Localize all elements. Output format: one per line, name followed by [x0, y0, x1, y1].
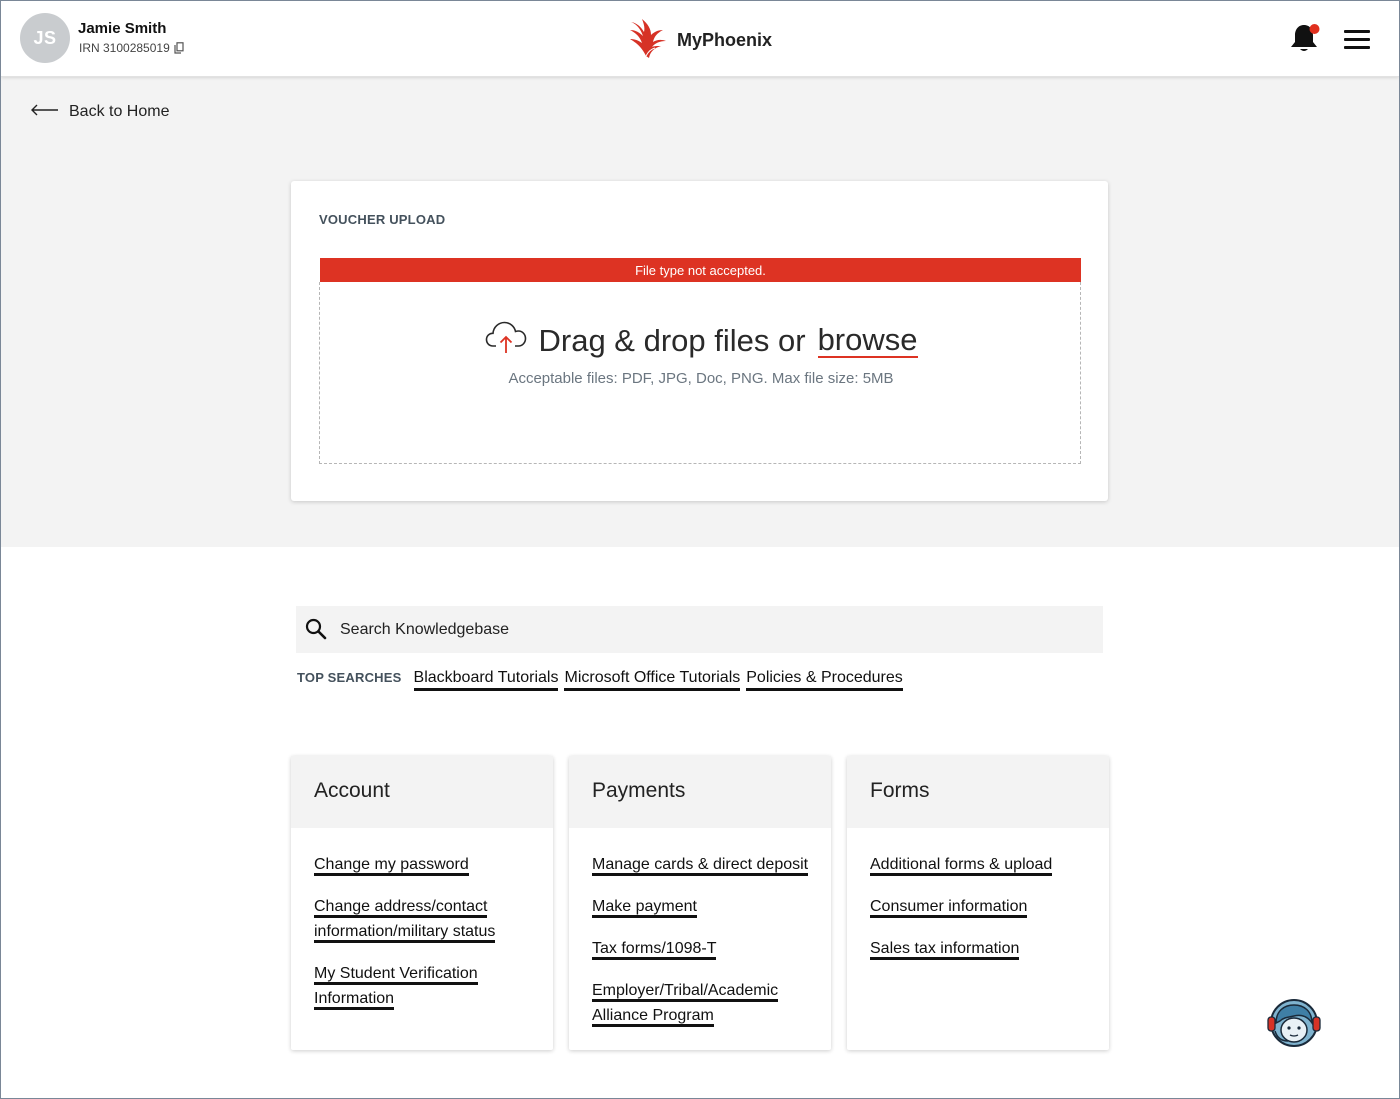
card-title: VOUCHER UPLOAD — [319, 212, 446, 227]
additional-forms-link[interactable]: Additional forms & upload — [870, 852, 1053, 877]
notification-dot — [1309, 24, 1320, 34]
change-password-link[interactable]: Change my password — [314, 852, 469, 877]
top-search-link[interactable]: Policies & Procedures — [746, 669, 903, 691]
drop-text: Drag & drop files or — [538, 323, 806, 358]
payments-card: Payments Manage cards & direct deposit M… — [569, 756, 831, 1050]
change-address-link[interactable]: Change address/contact information/milita… — [314, 894, 496, 944]
back-to-home-label: Back to Home — [69, 103, 170, 120]
employer-tribal-link[interactable]: Employer/Tribal/Academic Alliance Program — [592, 978, 779, 1028]
card-heading: Forms — [847, 756, 1109, 828]
phoenix-logo-icon — [627, 16, 669, 65]
cloud-upload-icon — [485, 320, 527, 362]
manage-cards-link[interactable]: Manage cards & direct deposit — [592, 852, 809, 877]
card-heading: Payments — [569, 756, 831, 828]
arrow-left-icon — [31, 103, 59, 121]
consumer-information-link[interactable]: Consumer information — [870, 894, 1028, 919]
student-verification-link[interactable]: My Student Verification Information — [314, 961, 478, 1011]
search-icon[interactable] — [304, 617, 328, 641]
voucher-upload-card: VOUCHER UPLOAD File type not accepted. D… — [291, 181, 1108, 501]
page-frame: JS Jamie Smith IRN 3100285019 MyPhoenix — [0, 0, 1400, 1099]
user-name: Jamie Smith — [78, 20, 167, 37]
sales-tax-link[interactable]: Sales tax information — [870, 936, 1020, 961]
error-banner: File type not accepted. — [320, 258, 1081, 282]
copy-icon[interactable] — [174, 42, 184, 54]
top-search-link[interactable]: Blackboard Tutorials — [413, 669, 559, 691]
back-to-home-link[interactable]: Back to Home — [31, 103, 169, 121]
forms-card: Forms Additional forms & upload Consumer… — [847, 756, 1109, 1050]
avatar[interactable]: JS — [20, 13, 70, 63]
top-searches: TOP SEARCHES Blackboard Tutorials Micros… — [297, 669, 903, 691]
top-header: JS Jamie Smith IRN 3100285019 MyPhoenix — [1, 1, 1399, 77]
knowledgebase-search[interactable] — [296, 606, 1103, 653]
upload-section: Back to Home VOUCHER UPLOAD File type no… — [1, 77, 1399, 547]
acceptable-files-hint: Acceptable files: PDF, JPG, Doc, PNG. Ma… — [508, 370, 894, 387]
brand-name: MyPhoenix — [677, 30, 773, 50]
file-dropzone[interactable]: Drag & drop files or browse Acceptable f… — [319, 282, 1081, 464]
account-card: Account Change my password Change addres… — [291, 756, 553, 1050]
search-input[interactable] — [340, 606, 1090, 653]
top-searches-label: TOP SEARCHES — [297, 670, 402, 685]
card-heading: Account — [291, 756, 553, 828]
virtual-assistant-icon[interactable] — [1264, 997, 1324, 1049]
top-search-link[interactable]: Microsoft Office Tutorials — [564, 669, 741, 691]
browse-link[interactable]: browse — [817, 323, 918, 359]
hamburger-menu-icon[interactable] — [1342, 28, 1372, 50]
drop-title: Drag & drop files or browse — [320, 320, 1082, 362]
irn-text: IRN 3100285019 — [79, 41, 170, 55]
user-irn: IRN 3100285019 — [79, 41, 184, 55]
make-payment-link[interactable]: Make payment — [592, 894, 697, 919]
brand-logo[interactable]: MyPhoenix — [627, 16, 772, 65]
notifications-bell-icon[interactable] — [1287, 21, 1321, 55]
tax-forms-link[interactable]: Tax forms/1098-T — [592, 936, 717, 961]
